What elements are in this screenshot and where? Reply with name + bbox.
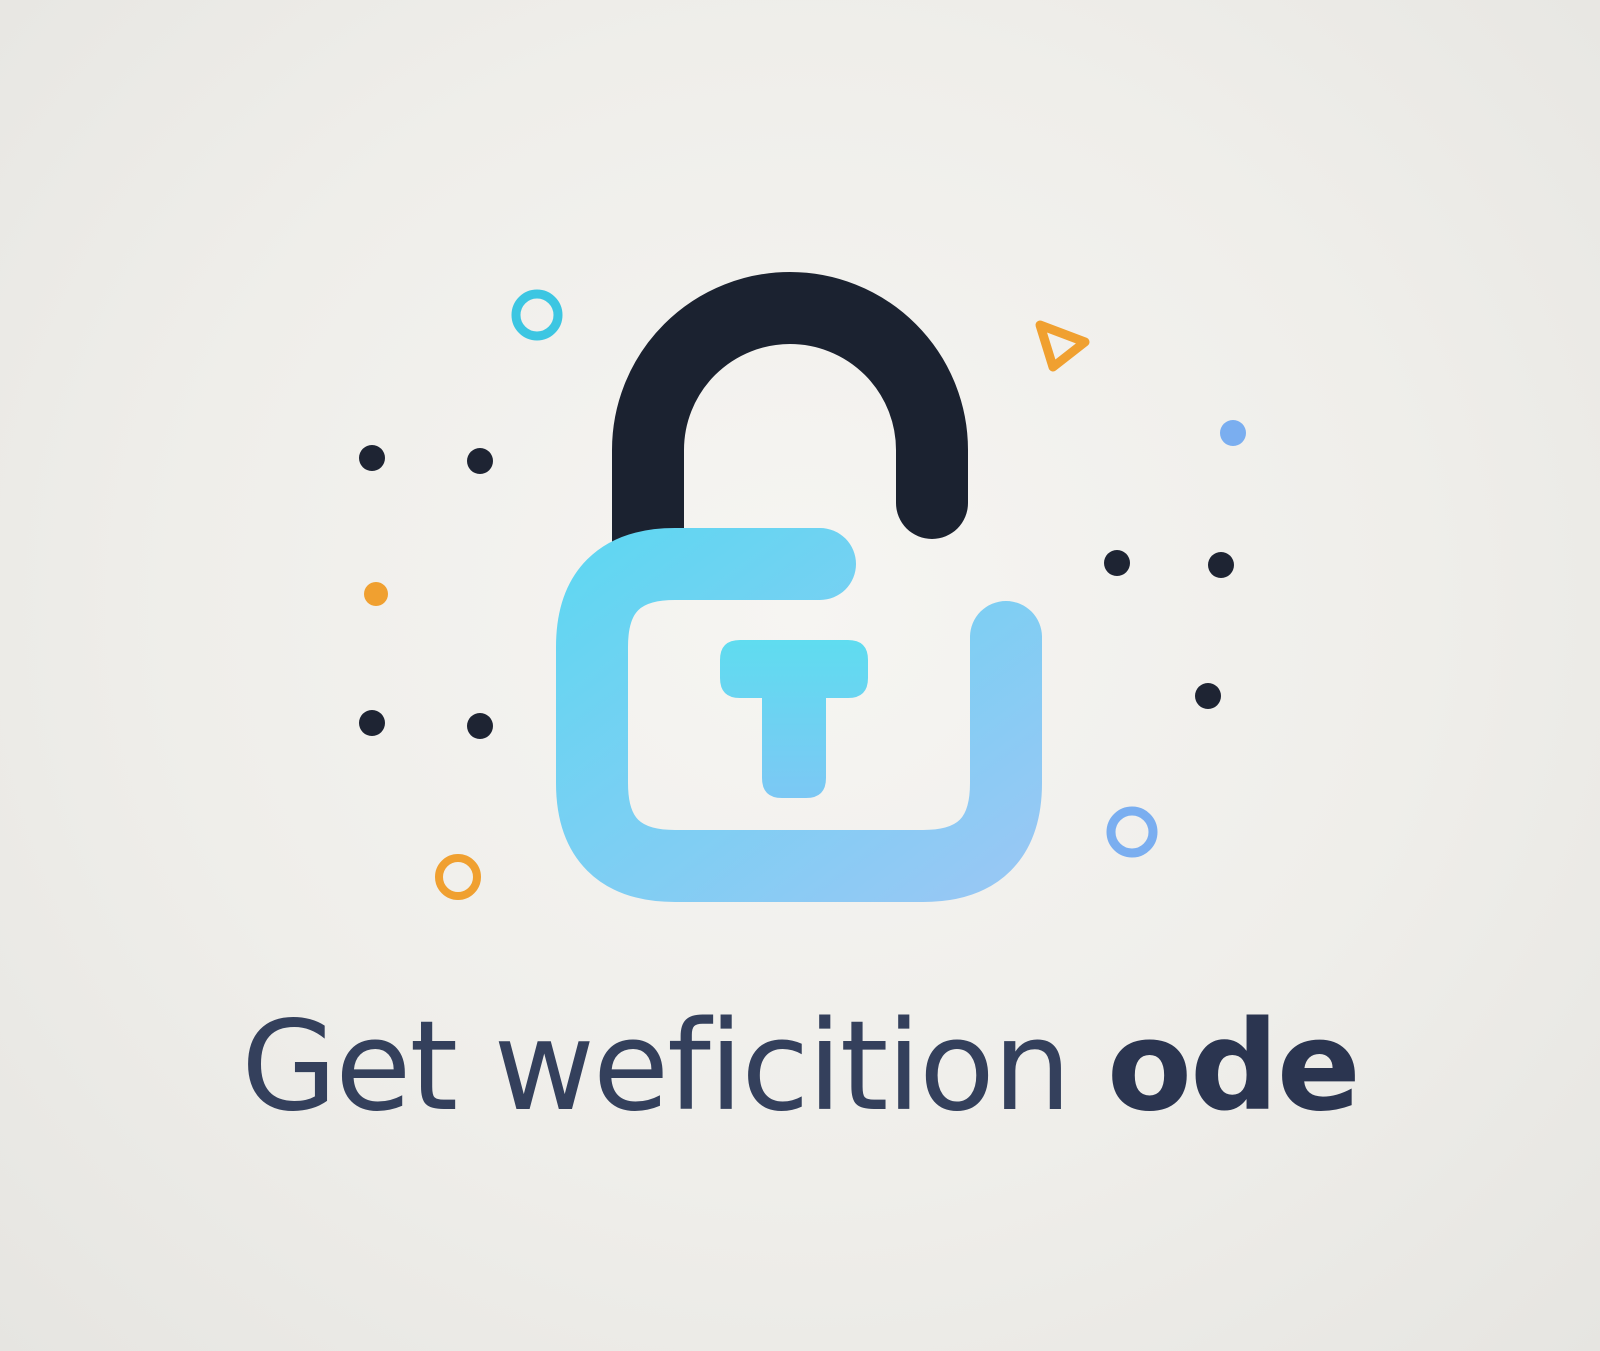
dot-dark-icon: [467, 713, 493, 739]
ring-orange-icon: [435, 854, 481, 900]
ring-blue-icon: [1106, 806, 1158, 858]
dot-blue-icon: [1220, 420, 1246, 446]
padlock-graphic: [359, 272, 1246, 902]
dot-dark-icon: [1104, 550, 1130, 576]
dot-dark-icon: [467, 448, 493, 474]
dot-dark-icon: [1195, 683, 1221, 709]
dot-dark-icon: [359, 710, 385, 736]
ring-cyan-icon: [511, 289, 563, 341]
page-title: Get weficition ode: [0, 1005, 1600, 1129]
keyhole-icon: [720, 640, 868, 798]
triangle-orange-icon: [1035, 320, 1090, 372]
dot-orange-icon: [364, 582, 388, 606]
dot-dark-icon: [359, 445, 385, 471]
title-regular-text: Get weficition: [241, 995, 1071, 1139]
unlock-illustration: [320, 270, 1280, 950]
dot-dark-icon: [1208, 552, 1234, 578]
verification-screen: Get weficition ode: [0, 0, 1600, 1351]
padlock-shackle-icon: [612, 272, 968, 576]
title-bold-text: ode: [1106, 995, 1361, 1139]
